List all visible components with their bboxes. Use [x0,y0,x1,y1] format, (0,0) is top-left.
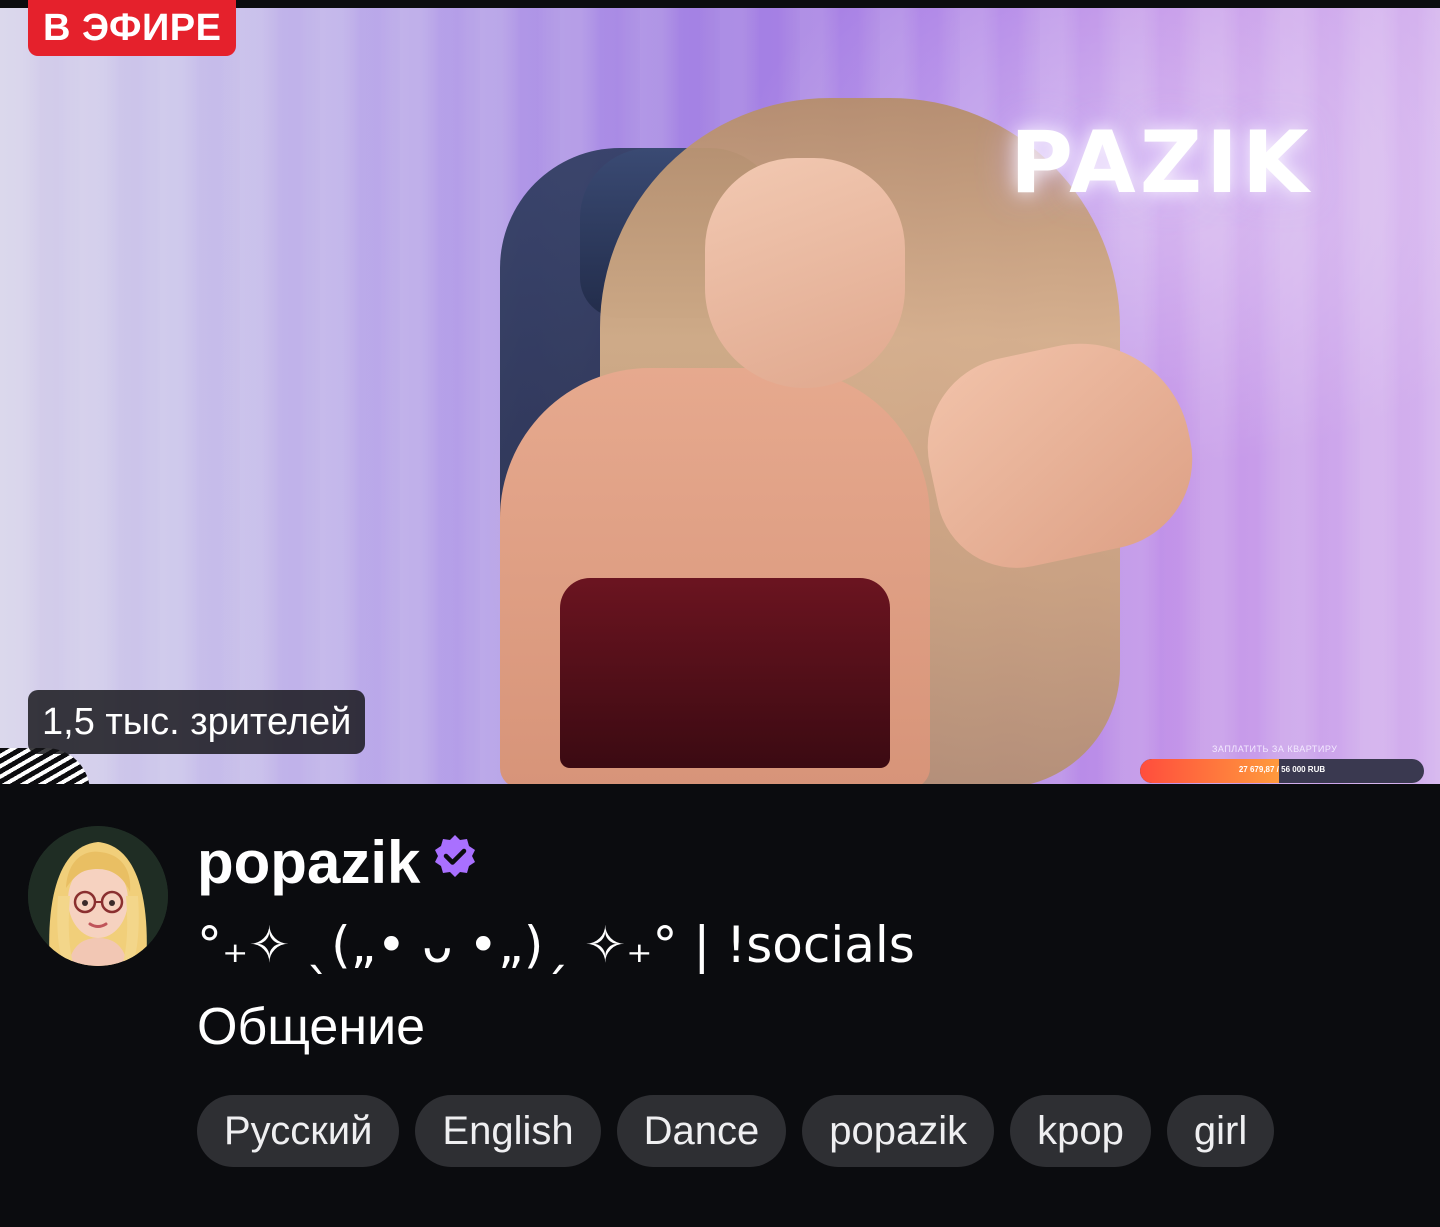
channel-name-row: popazik [197,828,478,898]
neon-logo: PAZIK [1010,113,1313,213]
verified-badge-icon [435,835,476,877]
tag-russian[interactable]: Русский [197,1095,400,1167]
tag-popazik[interactable]: popazik [802,1095,995,1167]
tag-dance[interactable]: Dance [616,1095,787,1167]
viewer-count: 1,5 тыс. зрителей [28,690,366,754]
tag-kpop[interactable]: kpop [1010,1095,1151,1167]
tag-girl[interactable]: girl [1166,1095,1275,1167]
channel-avatar[interactable] [28,826,168,966]
live-badge: В ЭФИРЕ [28,0,237,56]
stream-title: °₊✧ ˎ(„• ᴗ •„)ˏ ✧₊° | !socials [197,916,915,974]
donation-goal-title: ЗАПЛАТИТЬ ЗА КВАРТИРУ [1212,744,1338,754]
channel-name[interactable]: popazik [197,828,420,898]
donation-goal-bar: 27 679,87 / 56 000 RUB [1140,759,1424,783]
avatar-illustration [28,826,168,966]
tag-list: Русский English Dance popazik kpop girl [197,1095,1275,1167]
stream-page: PAZIK ЗАПЛАТИТЬ ЗА КВАРТИРУ 27 679,87 / … [0,0,1440,1227]
tag-english[interactable]: English [415,1095,601,1167]
stream-category[interactable]: Общение [197,992,425,1062]
donation-goal-amount: 27 679,87 / 56 000 RUB [1238,765,1326,774]
video-player[interactable]: PAZIK ЗАПЛАТИТЬ ЗА КВАРТИРУ 27 679,87 / … [0,8,1440,784]
streamer-face [705,158,905,388]
streamer-top [560,578,890,768]
